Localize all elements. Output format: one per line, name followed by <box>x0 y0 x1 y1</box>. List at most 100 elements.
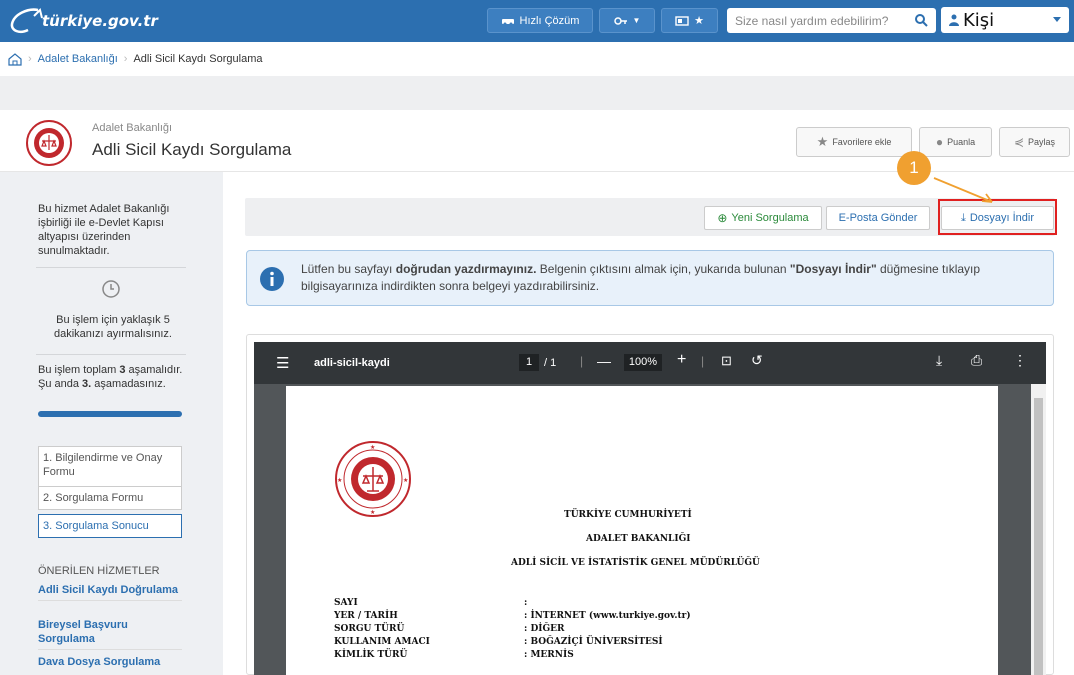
step-total: 3 <box>119 364 126 376</box>
divider <box>36 267 186 268</box>
doc-field-label: SORGU TÜRÜ <box>334 624 405 634</box>
breadcrumb-item-institution[interactable]: Adalet Bakanlığı <box>38 53 118 65</box>
doc-field-value: : <box>524 598 528 608</box>
doc-heading-republic: TÜRKİYE CUMHURİYETİ <box>564 510 692 520</box>
star-icon: ★ <box>694 15 704 27</box>
chevron-down-icon: ▼ <box>632 16 641 25</box>
site-logo[interactable]: türkiye.gov.tr <box>8 4 158 38</box>
pdf-toolbar: ☰ adli-sicil-kaydi 1 / 1 | — 100% + | ⊡ … <box>254 342 1046 384</box>
user-menu[interactable]: Kişi <box>941 7 1069 33</box>
zoom-level-input[interactable]: 100% <box>624 354 662 371</box>
step-status-part: Bu işlem toplam <box>38 364 117 376</box>
zoom-out-icon[interactable]: — <box>597 353 611 369</box>
svg-text:★: ★ <box>403 477 408 484</box>
key-menu-button[interactable]: ▼ <box>599 8 655 33</box>
suggested-service-link[interactable]: Adli Sicil Kaydı Doğrulama <box>38 583 182 601</box>
quick-solution-button[interactable]: Hızlı Çözüm <box>487 8 593 33</box>
suggested-service-link[interactable]: Dava Dosya Sorgulama <box>38 655 182 672</box>
page-title: Adli Sicil Kaydı Sorgulama <box>92 140 292 159</box>
zoom-in-icon[interactable]: + <box>677 351 686 369</box>
page-count: / 1 <box>544 357 557 369</box>
service-info-text: Bu hizmet Adalet Bakanlığı işbirliği ile… <box>38 203 170 257</box>
logo-swoosh-icon <box>10 8 43 33</box>
pdf-scrollbar-thumb[interactable] <box>1034 398 1043 675</box>
share-icon: ⋞ <box>1013 135 1025 149</box>
more-options-icon[interactable]: ⋮ <box>1013 352 1027 369</box>
doc-field-label: SAYI <box>334 598 358 608</box>
doc-heading-ministry: ADALET BAKANLIĞI <box>586 534 691 544</box>
share-button[interactable]: ⋞ Paylaş <box>999 127 1070 157</box>
step-number-badge: 1 <box>897 151 931 185</box>
cards-menu-button[interactable]: ★ <box>661 8 718 33</box>
info-message: Lütfen bu sayfayı doğrudan yazdırmayınız… <box>301 261 1041 295</box>
doc-field-label: YER / TARİH <box>334 611 398 621</box>
rate-label: Puanla <box>947 137 976 147</box>
car-icon <box>501 18 514 25</box>
suggested-services-title: ÖNERİLEN HİZMETLER <box>38 565 160 577</box>
info-text-part: Belgenin çıktısını almak için, yukarıda … <box>536 262 790 276</box>
quick-solution-label: Hızlı Çözüm <box>519 14 580 27</box>
new-query-label: Yeni Sorgulama <box>731 212 809 224</box>
search-icon[interactable] <box>914 13 928 27</box>
info-text-bold: "Dosyayı İndir" <box>789 262 877 276</box>
breadcrumb: › Adalet Bakanlığı › Adli Sicil Kaydı So… <box>0 42 1074 76</box>
doc-field-value: : İNTERNET (www.turkiye.gov.tr) <box>524 611 691 621</box>
plus-circle-icon: ⊕ <box>717 211 728 225</box>
institution-name[interactable]: Adalet Bakanlığı <box>92 122 172 134</box>
breadcrumb-separator: › <box>123 53 128 65</box>
logo-text: türkiye.gov.tr <box>42 12 158 30</box>
doc-field-label: KULLANIM AMACI <box>334 637 430 647</box>
new-query-button[interactable]: ⊕ Yeni Sorgulama <box>704 206 822 230</box>
email-send-button[interactable]: E-Posta Gönder <box>826 206 930 230</box>
step-status-text: Bu işlem toplam 3 aşamalıdır. Şu anda 3.… <box>38 363 188 391</box>
add-favorite-button[interactable]: ★ Favorilere ekle <box>796 127 912 157</box>
ministry-seal-icon: ★ ★ ★ ★ <box>335 441 411 517</box>
info-text-bold: doğrudan yazdırmayınız. <box>395 262 537 276</box>
star-icon: ★ <box>816 134 829 149</box>
clock-icon <box>102 280 120 298</box>
key-icon <box>613 16 627 25</box>
doc-field-value: : MERNİS <box>524 650 574 660</box>
print-icon[interactable]: ⎙ <box>971 352 982 369</box>
doc-field-value: : DİĞER <box>524 624 565 634</box>
breadcrumb-item-current: Adli Sicil Kaydı Sorgulama <box>133 53 263 65</box>
pointer-arrow-icon <box>933 177 993 203</box>
top-navbar: türkiye.gov.tr Hızlı Çözüm ▼ ★ Size nası… <box>0 0 1074 42</box>
email-send-label: E-Posta Gönder <box>838 212 918 224</box>
breadcrumb-separator: › <box>28 53 32 65</box>
page-number-input[interactable]: 1 <box>519 354 539 371</box>
sidebar: Bu hizmet Adalet Bakanlığı işbirliği ile… <box>0 172 223 675</box>
duration-text: Bu işlem için yaklaşık 5 dakikanızı ayır… <box>54 314 172 340</box>
toolbar-divider: | <box>701 354 705 368</box>
id-card-icon <box>675 15 689 26</box>
step-item-3[interactable]: 3. Sorgulama Sonucu <box>38 514 182 538</box>
rotate-icon[interactable]: ↺ <box>751 352 763 369</box>
info-icon <box>260 267 284 291</box>
svg-text:★: ★ <box>370 444 375 451</box>
user-icon <box>949 14 959 26</box>
step-item-2[interactable]: 2. Sorgulama Formu <box>38 486 182 510</box>
user-name: Kişi <box>963 9 995 31</box>
menu-icon[interactable]: ☰ <box>276 354 289 372</box>
doc-field-label: KİMLİK TÜRÜ <box>334 650 408 660</box>
info-alert: Lütfen bu sayfayı doğrudan yazdırmayınız… <box>246 250 1054 306</box>
search-placeholder: Size nasıl yardım edebilirim? <box>735 13 889 28</box>
pdf-page: ★ ★ ★ ★ TÜRKİYE CUMHURİYETİ ADALET BAKANLIĞ… <box>286 386 998 675</box>
info-text-part: Lütfen bu sayfayı <box>301 262 396 276</box>
download-icon[interactable]: ⤓ <box>936 352 942 369</box>
doc-heading-directorate: ADLİ SİCİL VE İSTATİSTİK GENEL MÜDÜRLÜĞÜ <box>511 558 760 568</box>
speech-bubble-icon: ● <box>935 135 944 149</box>
ministry-seal-icon <box>26 120 72 166</box>
home-icon[interactable] <box>8 52 22 66</box>
rate-button[interactable]: ● Puanla <box>919 127 992 157</box>
suggested-service-link[interactable]: Bireysel Başvuru Sorgulama <box>38 618 182 650</box>
step-status-part: aşamadasınız. <box>94 378 166 390</box>
fit-page-icon[interactable]: ⊡ <box>721 353 732 369</box>
svg-text:★: ★ <box>337 477 342 484</box>
search-input[interactable]: Size nasıl yardım edebilirim? <box>727 8 936 33</box>
doc-field-value: : BOĞAZİÇİ ÜNİVERSİTESİ <box>524 637 663 647</box>
step-item-1[interactable]: 1. Bilgilendirme ve Onay Formu <box>38 446 182 487</box>
divider <box>36 354 186 355</box>
pdf-filename: adli-sicil-kaydi <box>314 357 390 369</box>
toolbar-divider: | <box>580 354 584 368</box>
